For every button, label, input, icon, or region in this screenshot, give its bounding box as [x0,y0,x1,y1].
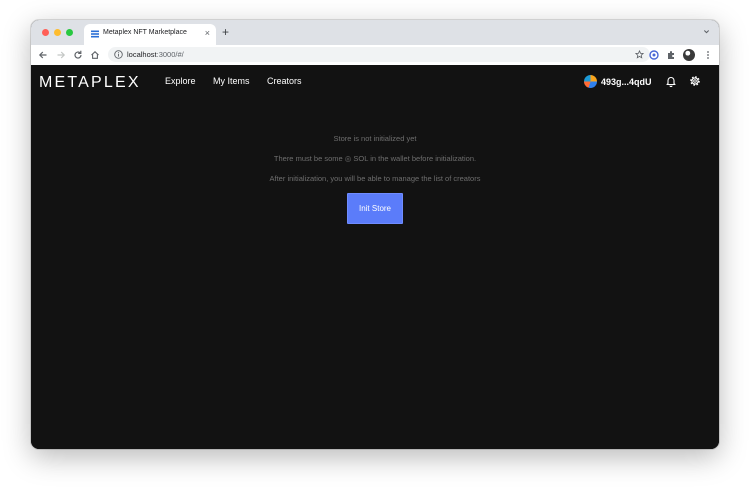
browser-window: Metaplex NFT Marketplace × + localhost:3… [31,20,719,449]
star-bookmark-icon[interactable] [635,50,644,59]
bell-notifications-icon[interactable] [665,75,677,87]
maximize-window-button[interactable] [66,29,73,36]
minimize-window-button[interactable] [54,29,61,36]
close-window-button[interactable] [42,29,49,36]
more-menu-icon[interactable] [703,50,713,60]
wallet-avatar [584,75,597,88]
tab-title: Metaplex NFT Marketplace [103,29,187,36]
url-host: localhost [127,49,157,59]
extension-circle-icon[interactable] [649,50,659,60]
browser-tab[interactable]: Metaplex NFT Marketplace × [84,24,216,45]
info-icon[interactable] [114,50,123,59]
sol-requirement-text: There must be some ◎ SOL in the wallet b… [273,154,477,163]
store-not-initialized-text: Store is not initialized yet [333,134,417,143]
back-arrow-icon[interactable] [38,50,48,60]
creators-management-text: After initialization, you will be able t… [269,174,481,183]
browser-toolbar: localhost:3000/#/ [31,45,719,66]
address-bar[interactable]: localhost:3000/#/ [108,47,650,62]
metaplex-logo[interactable]: METAPLEX [39,74,141,92]
forward-arrow-icon[interactable] [56,50,66,60]
profile-avatar[interactable] [683,49,695,61]
url-text: localhost:3000/#/ [127,50,184,59]
url-path: :3000/#/ [156,49,184,59]
wallet-address: 493g...4qdU [601,76,652,87]
home-icon[interactable] [90,50,100,60]
init-store-button[interactable]: Init Store [347,193,403,224]
puzzle-extensions-icon[interactable] [666,50,676,60]
new-tab-button[interactable]: + [222,26,229,38]
metaplex-app: METAPLEX Explore My Items Creators 493g.… [31,65,719,449]
reload-icon[interactable] [73,50,83,60]
tab-close-icon[interactable]: × [205,28,210,38]
metaplex-favicon-icon [91,30,99,38]
nav-creators[interactable]: Creators [267,76,302,86]
chevron-down-icon[interactable] [703,28,710,35]
nav-explore[interactable]: Explore [165,76,196,86]
gear-settings-icon[interactable] [689,75,701,87]
nav-my-items[interactable]: My Items [213,76,250,86]
tab-strip: Metaplex NFT Marketplace × + [31,20,719,45]
